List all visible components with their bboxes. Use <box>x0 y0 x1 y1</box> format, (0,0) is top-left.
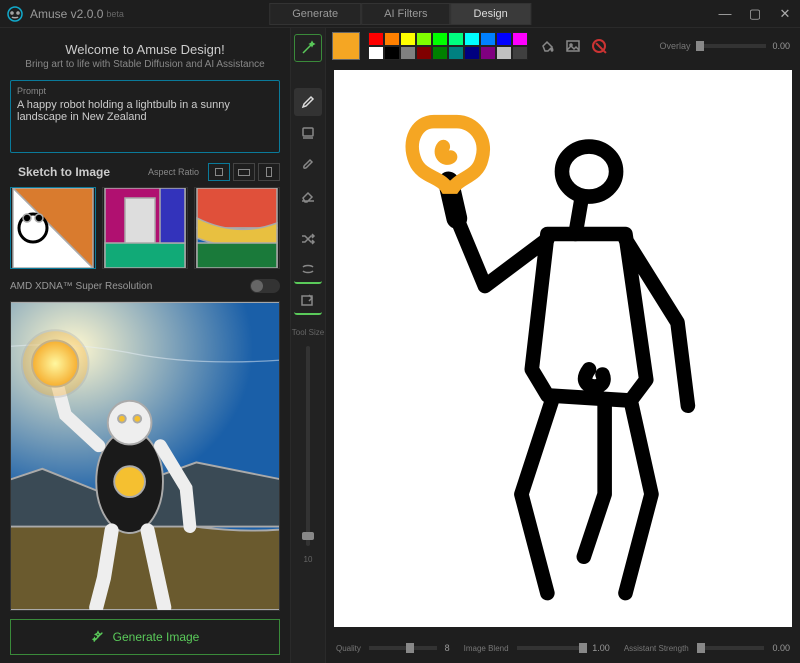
minimize-button[interactable]: — <box>710 0 740 28</box>
aspect-ratio-label: Aspect Ratio <box>148 167 199 177</box>
eraser-tool-button[interactable] <box>294 181 322 209</box>
pencil-tool-button[interactable] <box>294 88 322 116</box>
overlay-slider[interactable] <box>696 44 766 48</box>
app-logo-icon <box>6 5 24 23</box>
color-swatch[interactable] <box>432 46 448 60</box>
amd-sr-toggle[interactable] <box>250 279 280 293</box>
color-swatch[interactable] <box>384 32 400 46</box>
tab-generate[interactable]: Generate <box>269 3 361 25</box>
overlay-value: 0.00 <box>772 41 790 51</box>
color-palette <box>368 32 528 60</box>
tool-size-slider[interactable] <box>306 346 310 546</box>
tool-column: Tool Size 10 <box>290 28 326 663</box>
assist-value: 0.00 <box>772 643 790 653</box>
stamp-tool-button[interactable] <box>294 119 322 147</box>
palette-row: Overlay 0.00 <box>326 28 800 64</box>
color-swatch[interactable] <box>384 46 400 60</box>
prompt-box: Prompt A happy robot holding a lightbulb… <box>10 80 280 153</box>
color-swatch[interactable] <box>480 46 496 60</box>
assist-label: Assistant Strength <box>624 644 689 653</box>
tool-size-value: 10 <box>304 555 313 564</box>
titlebar: Amuse v2.0.0 beta Generate AI Filters De… <box>0 0 800 28</box>
color-swatch[interactable] <box>416 32 432 46</box>
welcome-sub: Bring art to life with Stable Diffusion … <box>10 59 280 70</box>
overlay-label: Overlay <box>659 41 690 51</box>
left-panel: Welcome to Amuse Design! Bring art to li… <box>0 28 290 663</box>
drawing-canvas[interactable] <box>334 70 792 627</box>
effects-button[interactable] <box>294 256 322 284</box>
prompt-label: Prompt <box>17 86 46 96</box>
image-icon[interactable] <box>564 37 582 55</box>
prompt-input[interactable]: A happy robot holding a lightbulb in a s… <box>17 99 273 143</box>
color-swatch[interactable] <box>480 32 496 46</box>
generate-label: Generate Image <box>113 630 200 644</box>
blend-slider[interactable] <box>517 646 585 650</box>
edit-button[interactable] <box>294 287 322 315</box>
color-swatch[interactable] <box>448 32 464 46</box>
aspect-portrait-button[interactable] <box>258 163 280 181</box>
result-preview <box>10 301 280 611</box>
color-swatch[interactable] <box>464 32 480 46</box>
color-swatch[interactable] <box>368 46 384 60</box>
blend-value: 1.00 <box>592 643 610 653</box>
tab-ai-filters[interactable]: AI Filters <box>361 3 450 25</box>
sample-thumb-1[interactable] <box>10 187 96 269</box>
quality-label: Quality <box>336 644 361 653</box>
app-title: Amuse v2.0.0 <box>30 7 103 21</box>
clear-icon[interactable] <box>590 37 608 55</box>
color-swatch[interactable] <box>400 32 416 46</box>
color-swatch[interactable] <box>496 46 512 60</box>
color-swatch[interactable] <box>448 46 464 60</box>
generate-button[interactable]: Generate Image <box>10 619 280 655</box>
color-swatch[interactable] <box>400 46 416 60</box>
color-swatch[interactable] <box>464 46 480 60</box>
color-swatch[interactable] <box>512 32 528 46</box>
tool-size-label: Tool Size <box>292 328 324 337</box>
color-swatch[interactable] <box>432 32 448 46</box>
brush-tool-button[interactable] <box>294 150 322 178</box>
welcome-heading: Welcome to Amuse Design! <box>10 42 280 57</box>
close-button[interactable]: ✕ <box>770 0 800 28</box>
fill-icon[interactable] <box>538 37 556 55</box>
tab-design[interactable]: Design <box>451 3 531 25</box>
selected-color-swatch[interactable] <box>332 32 360 60</box>
blend-label: Image Blend <box>464 644 509 653</box>
aspect-landscape-button[interactable] <box>233 163 255 181</box>
color-swatch[interactable] <box>496 32 512 46</box>
aspect-square-button[interactable] <box>208 163 230 181</box>
quality-value: 8 <box>445 643 450 653</box>
color-swatch[interactable] <box>512 46 528 60</box>
sample-thumb-3[interactable] <box>194 187 280 269</box>
maximize-button[interactable]: ▢ <box>740 0 770 28</box>
magic-tool-button[interactable] <box>294 34 322 62</box>
amd-sr-label: AMD XDNA™ Super Resolution <box>10 281 152 292</box>
sample-thumb-2[interactable] <box>102 187 188 269</box>
color-swatch[interactable] <box>368 32 384 46</box>
shuffle-button[interactable] <box>294 225 322 253</box>
quality-slider[interactable] <box>369 646 437 650</box>
beta-label: beta <box>106 9 124 19</box>
color-swatch[interactable] <box>416 46 432 60</box>
assist-slider[interactable] <box>697 646 765 650</box>
sketch-to-image-label: Sketch to Image <box>18 165 110 179</box>
